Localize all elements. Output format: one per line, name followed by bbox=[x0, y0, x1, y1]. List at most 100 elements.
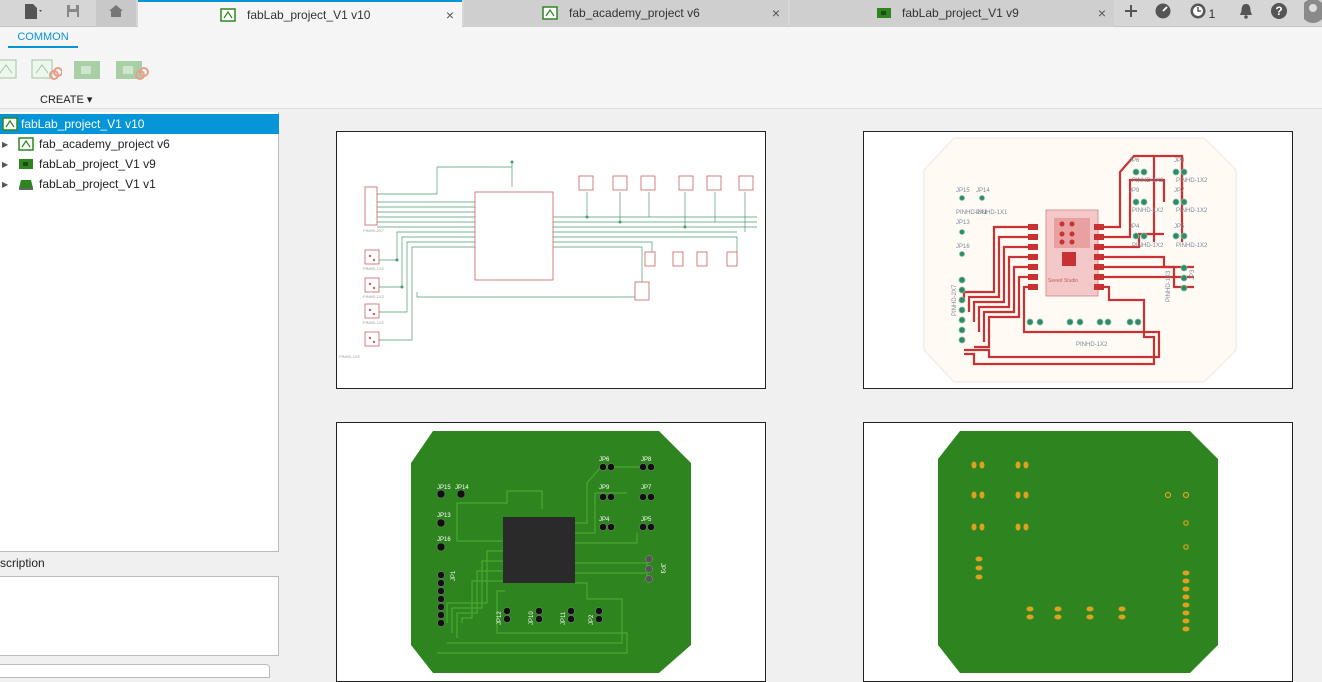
pcb-label: PINHD-2X7 bbox=[952, 284, 958, 316]
description-field[interactable] bbox=[0, 576, 279, 656]
home-icon bbox=[107, 3, 125, 24]
pcb-label: PINHD-1X2 bbox=[1132, 243, 1164, 249]
pcb-label: JP5 bbox=[1174, 224, 1185, 230]
file-menu-button[interactable] bbox=[18, 0, 48, 27]
browser-item-fablab-v9[interactable]: ▶ fabLab_project_V1 v9 bbox=[0, 154, 279, 174]
tab-fablab-v10[interactable]: fabLab_project_V1 v10 × bbox=[138, 0, 462, 27]
close-icon[interactable]: × bbox=[446, 7, 454, 23]
browser-item-label: fab_academy_project v6 bbox=[39, 137, 170, 151]
notifications-button[interactable] bbox=[1234, 0, 1258, 27]
pcb-label: JP4 bbox=[1129, 224, 1140, 230]
pcb-label: JP14 bbox=[455, 485, 469, 491]
pcb-label: JP11 bbox=[561, 611, 567, 625]
pcb-label: JP6 bbox=[599, 457, 610, 463]
svg-text:?: ? bbox=[1275, 4, 1282, 18]
pcb-label: JP8 bbox=[1174, 158, 1185, 164]
tab-label: fabLab_project_V1 v9 bbox=[902, 6, 1019, 20]
title-bar: fabLab_project_V1 v10 × fab_academy_proj… bbox=[0, 0, 1322, 27]
pcb-label: JP16 bbox=[956, 244, 970, 250]
pcb-label: JP13 bbox=[437, 513, 451, 519]
bell-icon bbox=[1238, 2, 1254, 25]
pcb-label: PINHD-1X2 bbox=[1176, 178, 1208, 184]
help-button[interactable]: ? bbox=[1266, 0, 1292, 27]
pcb-label: JP10 bbox=[529, 611, 535, 625]
expand-arrow-icon[interactable]: ▶ bbox=[2, 180, 8, 189]
new-tab-button[interactable] bbox=[1118, 0, 1144, 27]
description-heading: scription bbox=[0, 556, 45, 570]
design-thumbnails-area: PINHD-2X7 PINHD-1X2 PINHD-1X2 PINHD-1X2 … bbox=[280, 110, 1322, 682]
gauge-icon bbox=[1154, 2, 1172, 25]
pcb-label: JP14 bbox=[976, 188, 990, 194]
schematic-label: PINHD-1X2 bbox=[339, 354, 361, 359]
pcb-label: JP6 bbox=[1129, 158, 1140, 164]
file-icon bbox=[22, 2, 44, 25]
board-top-preview: JP15 JP14 JP13 JP16 JP6 JP8 JP9 JP7 JP4 … bbox=[411, 431, 691, 673]
close-icon[interactable]: × bbox=[1098, 5, 1106, 21]
schematic-thumbnail[interactable]: PINHD-2X7 PINHD-1X2 PINHD-1X2 PINHD-1X2 … bbox=[336, 131, 766, 389]
schematic-label: PINHD-1X2 bbox=[363, 294, 385, 299]
pcb-label: PINHD-1X2 bbox=[1176, 208, 1208, 214]
board-layout-preview: JP6 PINHD-1X2 JP8 PINHD-1X2 JP9 PINHD-1X… bbox=[923, 137, 1237, 383]
pcb-label: JP15 bbox=[437, 485, 451, 491]
pcb-label: JP15 bbox=[956, 188, 970, 194]
pcb-label: JP8 bbox=[641, 457, 652, 463]
pcb-label: JP5 bbox=[641, 517, 652, 523]
board-layout-thumbnail[interactable]: JP6 PINHD-1X2 JP8 PINHD-1X2 JP9 PINHD-1X… bbox=[863, 131, 1293, 389]
tab-label: fab_academy_project v6 bbox=[569, 6, 700, 20]
schematic-icon bbox=[18, 137, 34, 151]
home-button[interactable] bbox=[96, 0, 136, 27]
new-linked-board-icon[interactable] bbox=[114, 57, 149, 83]
tab-fablab-v9[interactable]: fabLab_project_V1 v9 × bbox=[790, 0, 1114, 27]
pcb-label: JP12 bbox=[497, 611, 503, 625]
new-schematic-icon[interactable] bbox=[0, 57, 24, 83]
board-bottom-preview bbox=[938, 431, 1218, 673]
new-board-icon[interactable] bbox=[72, 57, 102, 83]
save-button[interactable] bbox=[60, 0, 86, 27]
pcb-label: Seeed Studio bbox=[1048, 278, 1078, 284]
clock-icon bbox=[1189, 2, 1207, 25]
avatar[interactable] bbox=[1304, 0, 1322, 27]
schematic-label: PINHD-1X2 bbox=[363, 320, 385, 325]
board-top-thumbnail[interactable]: JP15 JP14 JP13 JP16 JP6 JP8 JP9 JP7 JP4 … bbox=[336, 422, 766, 682]
extensions-button[interactable] bbox=[1150, 0, 1176, 27]
job-status-button[interactable]: 1 bbox=[1184, 0, 1220, 27]
user-icon bbox=[1304, 0, 1322, 27]
new-electronics-design-icon[interactable] bbox=[30, 57, 63, 83]
close-icon[interactable]: × bbox=[772, 5, 780, 21]
pcb-label: JP13 bbox=[956, 220, 970, 226]
pcb-label: PINHD-1X2 bbox=[1132, 208, 1164, 214]
create-menu[interactable]: CREATE ▾ bbox=[40, 93, 92, 106]
browser-item-label: fabLab_project_V1 v9 bbox=[39, 157, 156, 171]
schematic-label: PINHD-1X2 bbox=[363, 266, 385, 271]
pcb-label: JP9 bbox=[1129, 188, 1140, 194]
pcb-label: JP3 bbox=[659, 563, 665, 574]
board-icon bbox=[18, 157, 34, 171]
board-bottom-thumbnail[interactable] bbox=[863, 422, 1293, 682]
browser-item-fablab-v1[interactable]: ▶ fabLab_project_V1 v1 bbox=[0, 174, 279, 194]
expand-arrow-icon[interactable]: ▶ bbox=[2, 140, 8, 149]
tab-fab-academy-v6[interactable]: fab_academy_project v6 × bbox=[464, 0, 788, 27]
pcb-label: PINHD-1X3 bbox=[1166, 270, 1172, 302]
pcb-label: PINHD-1X1 bbox=[976, 210, 1008, 216]
schematic-icon bbox=[542, 6, 558, 23]
pcb-label: JP7 bbox=[1174, 188, 1185, 194]
schematic-icon bbox=[220, 8, 236, 25]
schematic-preview: PINHD-2X7 PINHD-1X2 PINHD-1X2 PINHD-1X2 … bbox=[339, 160, 757, 359]
browser-item-fablab-v10[interactable]: fabLab_project_V1 v10 bbox=[0, 114, 279, 134]
browser-item-fab-academy-v6[interactable]: ▶ fab_academy_project v6 bbox=[0, 134, 279, 154]
pcb-label: JP7 bbox=[641, 485, 652, 491]
pcb-label: JP1 bbox=[451, 570, 457, 581]
design-browser: fabLab_project_V1 v10 ▶ fab_academy_proj… bbox=[0, 112, 279, 552]
browser-item-label: fabLab_project_V1 v1 bbox=[39, 177, 156, 191]
pcb-label: JP9 bbox=[599, 485, 610, 491]
pcb-label: PINHD-1X2 bbox=[1132, 178, 1164, 184]
tab-common[interactable]: COMMON bbox=[8, 31, 78, 48]
browser-item-label: fabLab_project_V1 v10 bbox=[21, 117, 145, 131]
help-icon: ? bbox=[1270, 2, 1288, 25]
pcb-label: JP16 bbox=[437, 537, 451, 543]
schematic-label: PINHD-2X7 bbox=[363, 228, 385, 233]
description-footer bbox=[0, 664, 270, 678]
expand-arrow-icon[interactable]: ▶ bbox=[2, 160, 8, 169]
schematic-icon bbox=[2, 117, 18, 131]
pcb-label: PINHD-1X2 bbox=[1176, 243, 1208, 249]
